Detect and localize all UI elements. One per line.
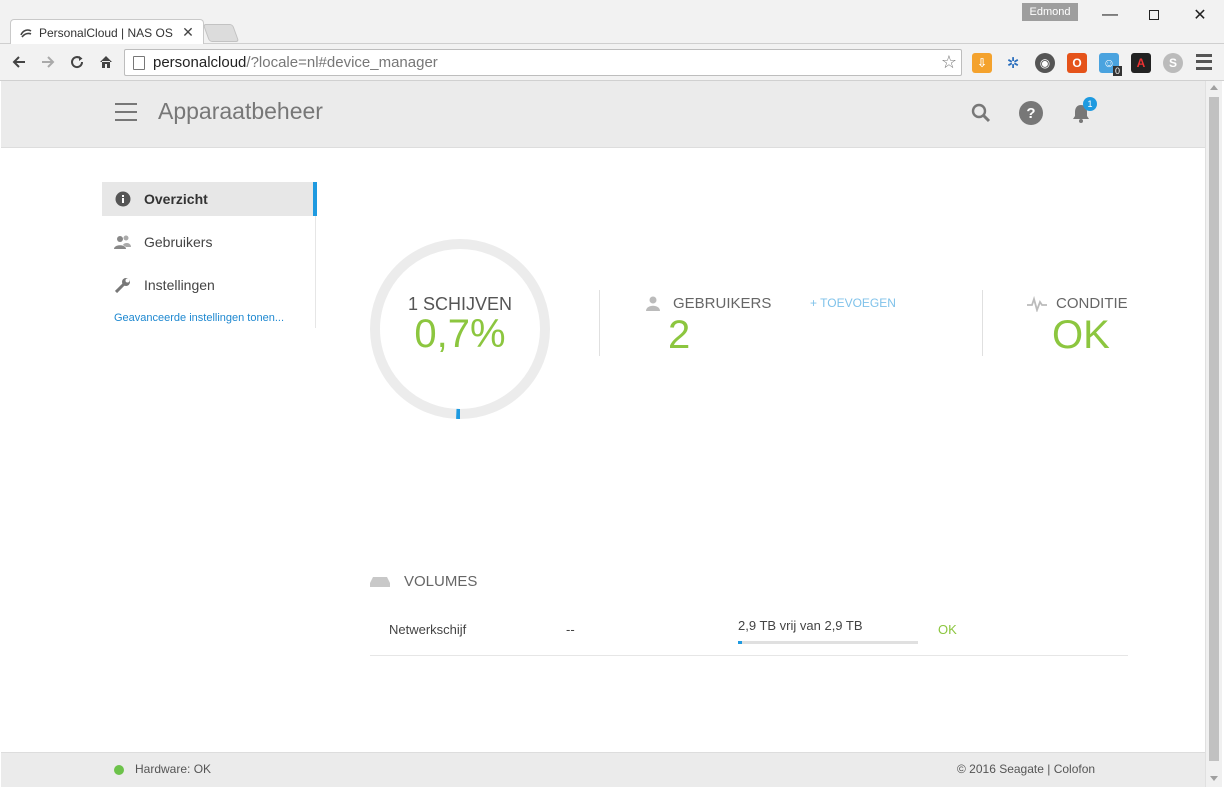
notification-badge: 1 (1083, 97, 1097, 111)
minimize-button[interactable]: — (1087, 0, 1133, 30)
maximize-button[interactable] (1131, 0, 1177, 30)
office-icon[interactable]: O (1067, 53, 1087, 73)
sidebar-item-gebruikers[interactable]: Gebruikers (102, 225, 314, 259)
usage-percent: 0,7% (414, 312, 506, 356)
pdf-icon[interactable]: A (1131, 53, 1151, 73)
volume-name: Netwerkschijf (389, 622, 467, 637)
users-icon (114, 233, 132, 251)
tab-title: PersonalCloud | NAS OS (39, 25, 173, 40)
condition-value: OK (1052, 313, 1110, 357)
add-user-button[interactable]: + TOEVOEGEN (810, 296, 896, 310)
sidebar-item-label: Gebruikers (144, 234, 213, 250)
close-window-button[interactable]: ✕ (1177, 0, 1223, 30)
stat-divider (599, 290, 600, 356)
info-icon (114, 190, 132, 208)
browser-menu-icon[interactable] (1196, 52, 1212, 72)
wrench-icon (114, 276, 132, 294)
extension-network-icon[interactable]: ✲ (1003, 53, 1023, 73)
scroll-down-arrow-icon[interactable] (1210, 776, 1218, 781)
browser-titlebar: PersonalCloud | NAS OS ✕ Edmond — ✕ (0, 0, 1224, 45)
hardware-status: Hardware: OK (135, 762, 212, 776)
volumes-heading: VOLUMES (370, 573, 477, 590)
address-path: /?locale=nl#device_manager (246, 54, 438, 71)
advanced-settings-link[interactable]: Geavanceerde instellingen tonen... (114, 312, 284, 324)
volume-status: OK (938, 622, 957, 637)
volumes-heading-label: VOLUMES (404, 573, 478, 590)
sidebar-item-instellingen[interactable]: Instellingen (102, 268, 314, 302)
page-title: Apparaatbeheer (158, 98, 323, 124)
page-scrollbar[interactable] (1205, 81, 1222, 787)
sidebar-item-label: Overzicht (144, 191, 208, 207)
skype-icon[interactable]: S (1163, 53, 1183, 73)
volume-usage-bar (738, 641, 918, 644)
hamburger-menu-icon[interactable] (115, 103, 137, 121)
copyright[interactable]: © 2016 Seagate | Colofon (957, 762, 1095, 776)
users-label: GEBRUIKERS (673, 295, 772, 312)
search-icon[interactable] (969, 101, 993, 125)
notifications-bell-icon[interactable]: 1 (1069, 97, 1097, 125)
user-icon (645, 295, 661, 316)
app-header: Apparaatbeheer ? 1 (1, 81, 1205, 148)
condition-label: CONDITIE (1056, 295, 1128, 312)
help-icon[interactable]: ? (1019, 101, 1043, 125)
address-bar[interactable]: personalcloud/?locale=nl#device_manager … (124, 49, 962, 76)
seagate-favicon-icon (19, 26, 33, 40)
browser-toolbar: personalcloud/?locale=nl#device_manager … (0, 44, 1224, 81)
extension-badge: 0 (1113, 66, 1123, 76)
pulse-icon (1027, 295, 1047, 317)
scrollbar-thumb[interactable] (1209, 97, 1219, 761)
volume-usage-fill (738, 641, 742, 644)
scroll-up-arrow-icon[interactable] (1210, 85, 1218, 90)
profile-badge[interactable]: Edmond (1022, 3, 1078, 21)
page-icon (133, 55, 145, 70)
forward-icon[interactable] (38, 52, 58, 72)
sidebar: Overzicht Gebruikers Instellingen Geavan… (102, 182, 317, 328)
stat-divider (982, 290, 983, 356)
sidebar-item-overzicht[interactable]: Overzicht (102, 182, 317, 216)
hardware-status-dot (114, 765, 124, 775)
home-icon[interactable] (96, 52, 116, 72)
browser-tab[interactable]: PersonalCloud | NAS OS ✕ (10, 19, 204, 45)
bookmark-star-icon[interactable]: ☆ (941, 52, 957, 73)
volume-capacity: 2,9 TB vrij van 2,9 TB (738, 618, 863, 633)
extension-eye-icon[interactable]: ◉ (1035, 53, 1055, 73)
reload-icon[interactable] (67, 52, 87, 72)
extension-download-icon[interactable]: ⇩ (972, 53, 992, 73)
tab-close-icon[interactable]: ✕ (181, 24, 195, 41)
new-tab-button[interactable] (202, 24, 240, 42)
table-row[interactable]: Netwerkschijf -- 2,9 TB vrij van 2,9 TB … (370, 610, 1128, 656)
users-count: 2 (668, 313, 691, 357)
footer: Hardware: OK © 2016 Seagate | Colofon (1, 752, 1205, 787)
back-icon[interactable] (9, 52, 29, 72)
address-host: personalcloud (153, 54, 247, 71)
sidebar-item-label: Instellingen (144, 277, 215, 293)
drive-icon (370, 576, 390, 587)
volume-info: -- (566, 622, 575, 637)
